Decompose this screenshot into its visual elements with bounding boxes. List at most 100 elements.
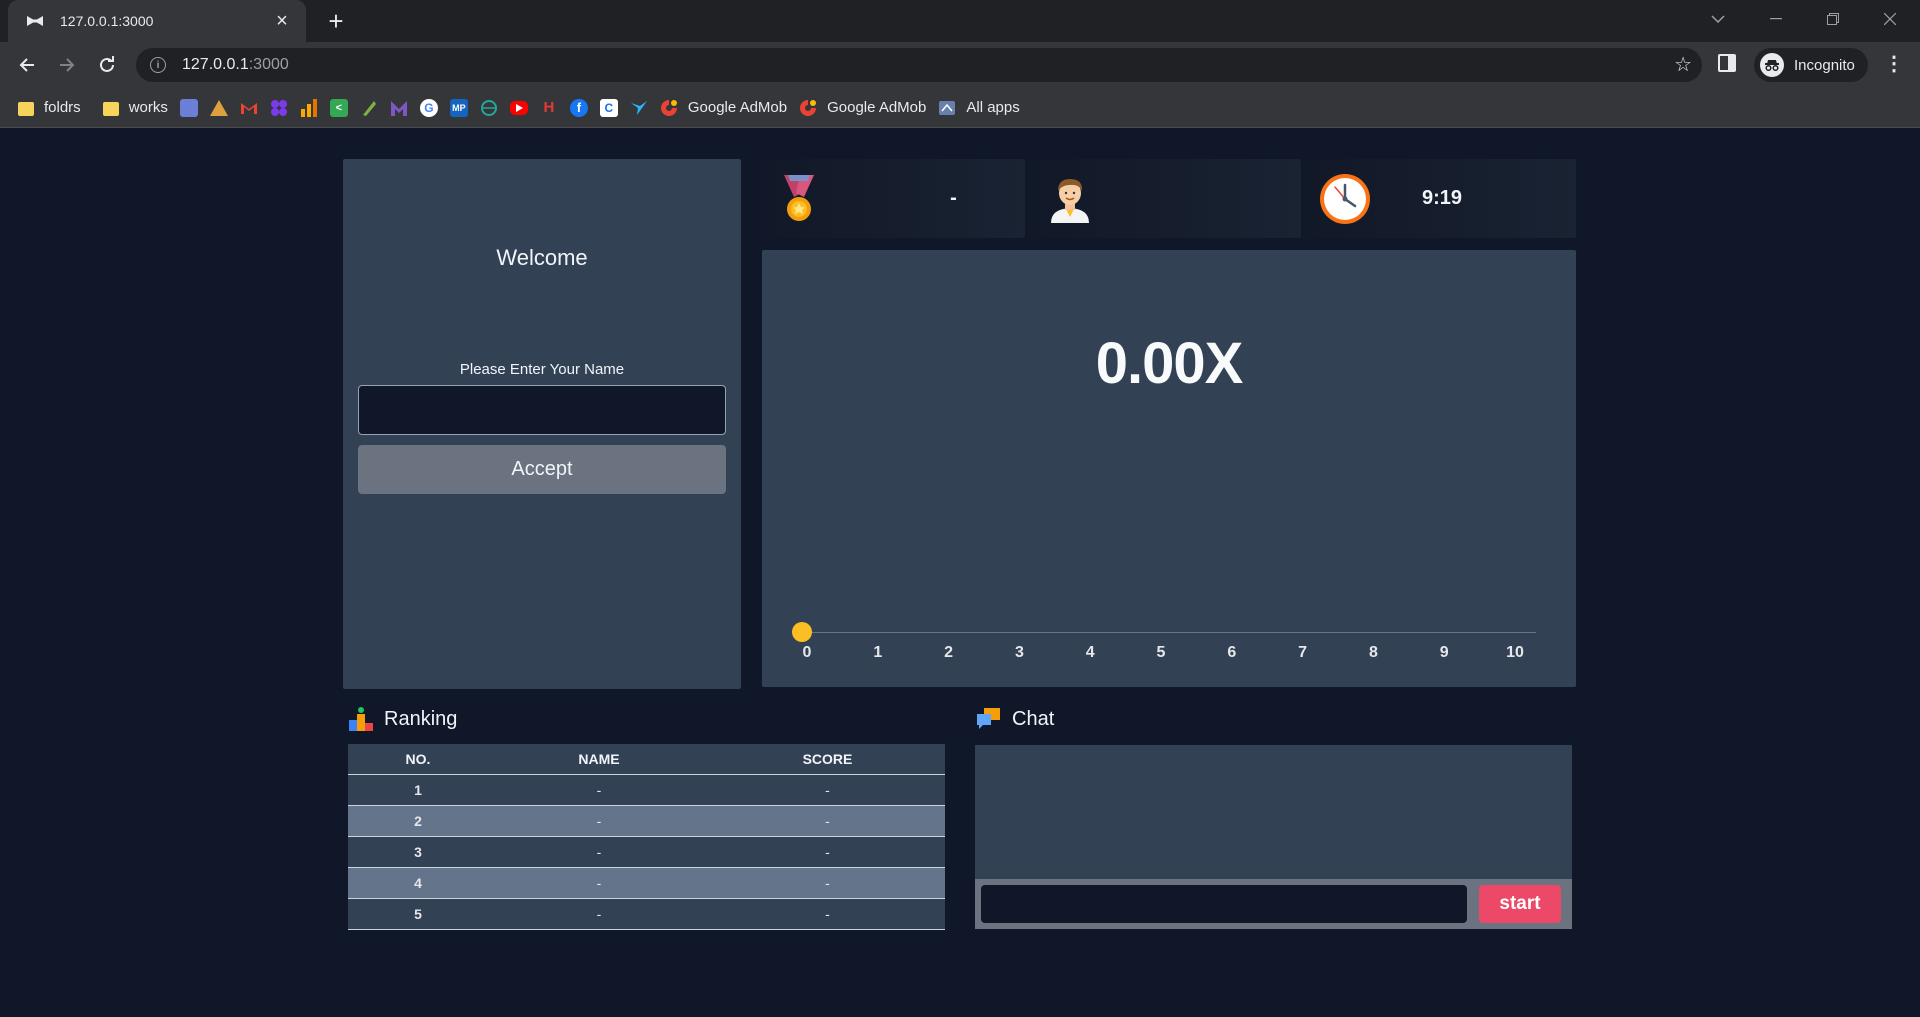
accept-button[interactable]: Accept bbox=[358, 445, 726, 494]
tab-search-icon[interactable] bbox=[1690, 0, 1746, 38]
side-panel-icon[interactable] bbox=[1718, 54, 1736, 72]
bookmark-facebook[interactable]: f bbox=[569, 94, 588, 122]
axis-tick-label: 8 bbox=[1368, 644, 1378, 661]
welcome-panel: Welcome Please Enter Your Name Accept bbox=[343, 159, 741, 689]
bookmark-site-2[interactable] bbox=[209, 94, 228, 122]
axis-tick-label: 2 bbox=[944, 644, 954, 661]
ranking-table: NO. NAME SCORE 1 - - 2 - - 3 - - 4 - - 5… bbox=[348, 744, 945, 930]
bookmark-label: works bbox=[128, 99, 168, 116]
game-panel: 0.00X 0 1 2 3 4 5 6 7 8 9 10 bbox=[762, 250, 1576, 687]
forward-icon[interactable] bbox=[52, 50, 82, 80]
table-row: 5 - - bbox=[348, 897, 945, 930]
bookmark-foldrs[interactable]: foldrs bbox=[18, 94, 81, 122]
bookmark-site-1[interactable] bbox=[179, 94, 198, 122]
bookmark-site-16[interactable] bbox=[630, 94, 648, 122]
google-icon: G bbox=[419, 98, 438, 117]
bird-favicon-icon bbox=[360, 99, 378, 117]
reload-icon[interactable] bbox=[92, 50, 122, 80]
rank-no: 5 bbox=[348, 897, 488, 930]
youtube-icon bbox=[509, 100, 528, 115]
rank-score: - bbox=[710, 866, 945, 898]
chat-title: Chat bbox=[1012, 707, 1055, 730]
dots-favicon-icon bbox=[270, 99, 288, 117]
timer-value: 9:19 bbox=[1422, 187, 1463, 209]
welcome-title: Welcome bbox=[496, 245, 588, 270]
bookmark-star-icon[interactable]: ☆ bbox=[1674, 52, 1692, 77]
bookmark-google-admob-2[interactable]: Google AdMob bbox=[799, 94, 926, 122]
new-tab-button[interactable]: + bbox=[322, 8, 350, 35]
timer-card: 9:19 bbox=[1302, 159, 1576, 238]
close-window-icon[interactable] bbox=[1862, 0, 1918, 38]
table-row: 1 - - bbox=[348, 773, 945, 805]
bookmark-gmail[interactable] bbox=[240, 94, 258, 122]
bookmark-analytics[interactable] bbox=[300, 94, 318, 122]
rank-score: - bbox=[710, 804, 945, 836]
admob-icon bbox=[799, 99, 817, 117]
rank-score: - bbox=[710, 897, 945, 930]
pyramid-favicon-icon bbox=[209, 99, 228, 117]
browser-tab[interactable]: 127.0.0.1:3000 × bbox=[8, 0, 306, 42]
col-name: NAME bbox=[488, 744, 710, 774]
player-avatar-icon bbox=[1045, 173, 1095, 223]
bookmark-site-11[interactable] bbox=[480, 94, 498, 122]
folder-icon bbox=[18, 101, 34, 116]
col-no: NO. bbox=[348, 744, 488, 774]
axis-tick-label: 1 bbox=[873, 644, 883, 661]
facebook-icon: f bbox=[569, 98, 588, 117]
analytics-icon bbox=[300, 98, 318, 117]
rank-no: 4 bbox=[348, 866, 488, 898]
progress-marker bbox=[792, 622, 812, 642]
bookmark-youtube[interactable] bbox=[509, 94, 528, 122]
m-favicon-icon bbox=[390, 99, 408, 117]
podium-icon bbox=[348, 706, 374, 732]
axis-tick-label: 10 bbox=[1506, 644, 1524, 661]
mp-favicon-icon: MP bbox=[449, 98, 468, 117]
bookmark-site-7[interactable] bbox=[360, 94, 378, 122]
medal-value: - bbox=[762, 159, 1025, 238]
bookmark-all-apps[interactable]: All apps bbox=[938, 94, 1020, 122]
bookmark-google[interactable]: G bbox=[419, 94, 438, 122]
axis-tick-label: 7 bbox=[1298, 644, 1308, 661]
bookmark-site-13[interactable]: H bbox=[540, 94, 558, 122]
bookmark-share[interactable]: < bbox=[329, 94, 348, 122]
profile-button[interactable]: Incognito bbox=[1754, 48, 1868, 82]
chat-panel: start bbox=[975, 745, 1572, 929]
name-input[interactable] bbox=[358, 385, 726, 435]
rank-name: - bbox=[488, 835, 710, 867]
globe-favicon-icon bbox=[480, 99, 498, 117]
axis-tick-label: 5 bbox=[1156, 644, 1166, 661]
bookmark-mp[interactable]: MP bbox=[449, 94, 468, 122]
multiplier-display: 0.00X bbox=[1095, 331, 1244, 396]
close-tab-icon[interactable]: × bbox=[270, 9, 294, 33]
incognito-icon bbox=[1760, 53, 1784, 77]
bookmark-google-admob-1[interactable]: Google AdMob bbox=[660, 94, 787, 122]
profile-label: Incognito bbox=[1794, 56, 1855, 74]
browser-menu-icon[interactable]: ⋮ bbox=[1884, 52, 1904, 76]
bookmark-works[interactable]: works bbox=[102, 94, 168, 122]
chat-input[interactable] bbox=[981, 885, 1467, 923]
rank-name: - bbox=[488, 897, 710, 930]
minimize-icon[interactable] bbox=[1748, 0, 1804, 38]
bookmark-label: Google AdMob bbox=[827, 99, 927, 116]
site-favicon-icon bbox=[179, 98, 198, 117]
bookmark-label: Google AdMob bbox=[687, 99, 788, 116]
share-favicon-icon: < bbox=[329, 98, 348, 117]
clock-icon bbox=[1319, 173, 1370, 224]
ranking-header-row: NO. NAME SCORE bbox=[348, 744, 945, 774]
rank-name: - bbox=[488, 866, 710, 898]
restore-icon[interactable] bbox=[1805, 0, 1861, 38]
folder-icon bbox=[102, 101, 119, 116]
hummingbird-favicon-icon bbox=[630, 99, 648, 117]
rank-score: - bbox=[710, 835, 945, 867]
bookmark-site-15[interactable]: C bbox=[599, 94, 618, 122]
progress-axis bbox=[802, 632, 1536, 633]
site-info-icon[interactable]: i bbox=[150, 57, 166, 73]
axis-tick-label: 4 bbox=[1085, 644, 1095, 661]
start-button[interactable]: start bbox=[1479, 885, 1561, 923]
table-row: 4 - - bbox=[348, 866, 945, 898]
bookmark-site-4[interactable] bbox=[270, 94, 288, 122]
chat-header: Chat bbox=[976, 706, 1054, 732]
address-bar[interactable]: i 127.0.0.1:3000 ☆ bbox=[136, 48, 1702, 82]
bookmark-site-8[interactable] bbox=[390, 94, 408, 122]
back-icon[interactable] bbox=[12, 50, 42, 80]
